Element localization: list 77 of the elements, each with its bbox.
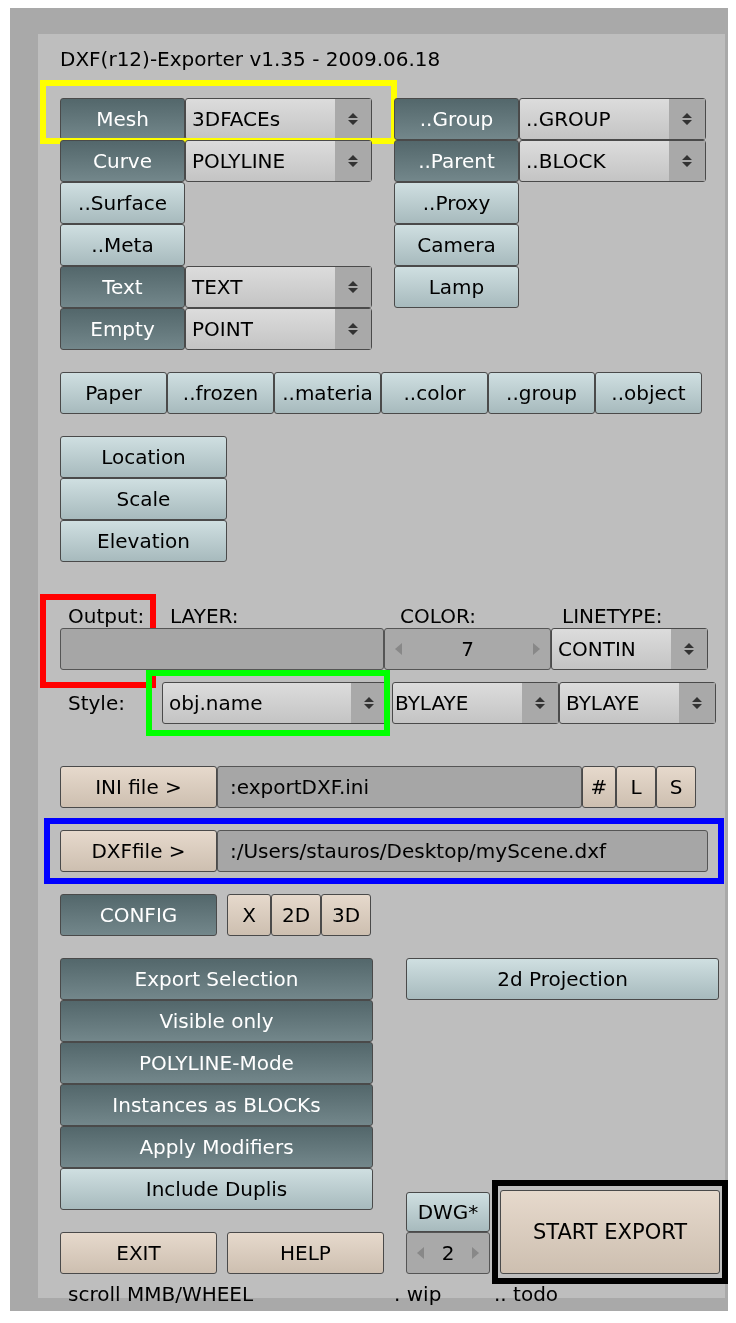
dropdown[interactable]: POINT — [185, 308, 372, 350]
object-type-toggle[interactable]: Camera — [394, 224, 519, 266]
view-button[interactable]: 3D — [321, 894, 371, 936]
dropdown[interactable]: ..GROUP — [519, 98, 706, 140]
legend-text: .. todo — [494, 1282, 559, 1306]
column-label: LINETYPE: — [561, 604, 663, 628]
ini-path-field[interactable]: :exportDXF.ini — [217, 766, 582, 808]
object-type-toggle[interactable]: ..Group — [394, 98, 519, 140]
dropdown[interactable]: BYLAYE — [559, 682, 716, 724]
projection-toggle[interactable]: 2d Projection — [406, 958, 719, 1000]
color-number-field[interactable]: 7 — [384, 628, 551, 670]
left-arrow-icon — [417, 1247, 425, 1259]
hint-text: scroll MMB/WHEEL — [67, 1282, 255, 1306]
transform-toggle[interactable]: Scale — [60, 478, 227, 520]
ini-button[interactable]: S — [656, 766, 696, 808]
object-type-toggle[interactable]: ..Proxy — [394, 182, 519, 224]
dropdown[interactable]: TEXT — [185, 266, 372, 308]
option-toggle[interactable]: POLYLINE-Mode — [60, 1042, 373, 1084]
option-toggle[interactable]: Instances as BLOCKs — [60, 1084, 373, 1126]
ini-button[interactable]: # — [582, 766, 616, 808]
filter-toggle[interactable]: ..color — [381, 372, 488, 414]
dwg-toggle[interactable]: DWG* — [406, 1192, 490, 1232]
number-field[interactable]: 2 — [406, 1232, 490, 1274]
dropdown[interactable]: POLYLINE — [185, 140, 372, 182]
right-arrow-icon — [532, 643, 540, 655]
dxf-path-field[interactable]: :/Users/stauros/Desktop/myScene.dxf — [217, 830, 708, 872]
object-type-toggle[interactable]: Lamp — [394, 266, 519, 308]
dropdown[interactable]: ..BLOCK — [519, 140, 706, 182]
filter-toggle[interactable]: ..frozen — [167, 372, 274, 414]
view-button[interactable]: 2D — [271, 894, 321, 936]
legend-text: . wip — [394, 1282, 443, 1306]
object-type-toggle[interactable]: Text — [60, 266, 185, 308]
filter-toggle[interactable]: Paper — [60, 372, 167, 414]
filter-toggle[interactable]: ..materia — [274, 372, 381, 414]
ini-button[interactable]: L — [616, 766, 656, 808]
output-label: Output: — [68, 604, 145, 628]
config-toggle[interactable]: CONFIG — [60, 894, 217, 936]
updown-icon — [683, 641, 695, 657]
layer-field[interactable] — [60, 628, 384, 670]
dropdown[interactable]: BYLAYE — [392, 682, 559, 724]
updown-icon — [681, 153, 693, 169]
filter-toggle[interactable]: ..group — [488, 372, 595, 414]
right-arrow-icon — [471, 1247, 479, 1259]
dropdown[interactable]: 3DFACEs — [185, 98, 372, 140]
option-toggle[interactable]: Visible only — [60, 1000, 373, 1042]
object-type-toggle[interactable]: ..Meta — [60, 224, 185, 266]
transform-toggle[interactable]: Elevation — [60, 520, 227, 562]
column-label: LAYER: — [170, 604, 240, 628]
object-type-toggle[interactable]: Curve — [60, 140, 185, 182]
option-toggle[interactable]: Export Selection — [60, 958, 373, 1000]
updown-icon — [347, 321, 359, 337]
object-type-toggle[interactable]: Mesh — [60, 98, 185, 140]
dropdown[interactable]: CONTIN — [551, 628, 708, 670]
style-label: Style: — [67, 691, 126, 715]
panel-title: DXF(r12)-Exporter v1.35 - 2009.06.18 — [60, 46, 442, 73]
object-type-toggle[interactable]: ..Surface — [60, 182, 185, 224]
ini-file-button[interactable]: INI file > — [60, 766, 217, 808]
start-export-button[interactable]: START EXPORT — [500, 1190, 720, 1274]
updown-icon — [691, 695, 703, 711]
left-arrow-icon — [395, 643, 403, 655]
option-toggle[interactable]: Include Duplis — [60, 1168, 373, 1210]
updown-icon — [347, 279, 359, 295]
object-type-toggle[interactable]: ..Parent — [394, 140, 519, 182]
transform-toggle[interactable]: Location — [60, 436, 227, 478]
updown-icon — [347, 111, 359, 127]
updown-icon — [534, 695, 546, 711]
filter-toggle[interactable]: ..object — [595, 372, 702, 414]
dxf-file-button[interactable]: DXFfile > — [60, 830, 217, 872]
updown-icon — [347, 153, 359, 169]
option-toggle[interactable]: Apply Modifiers — [60, 1126, 373, 1168]
help-button[interactable]: HELP — [227, 1232, 384, 1274]
column-label: COLOR: — [399, 604, 477, 628]
updown-icon — [681, 111, 693, 127]
view-button[interactable]: X — [227, 894, 271, 936]
exit-button[interactable]: EXIT — [60, 1232, 217, 1274]
updown-icon — [363, 695, 375, 711]
object-type-toggle[interactable]: Empty — [60, 308, 185, 350]
